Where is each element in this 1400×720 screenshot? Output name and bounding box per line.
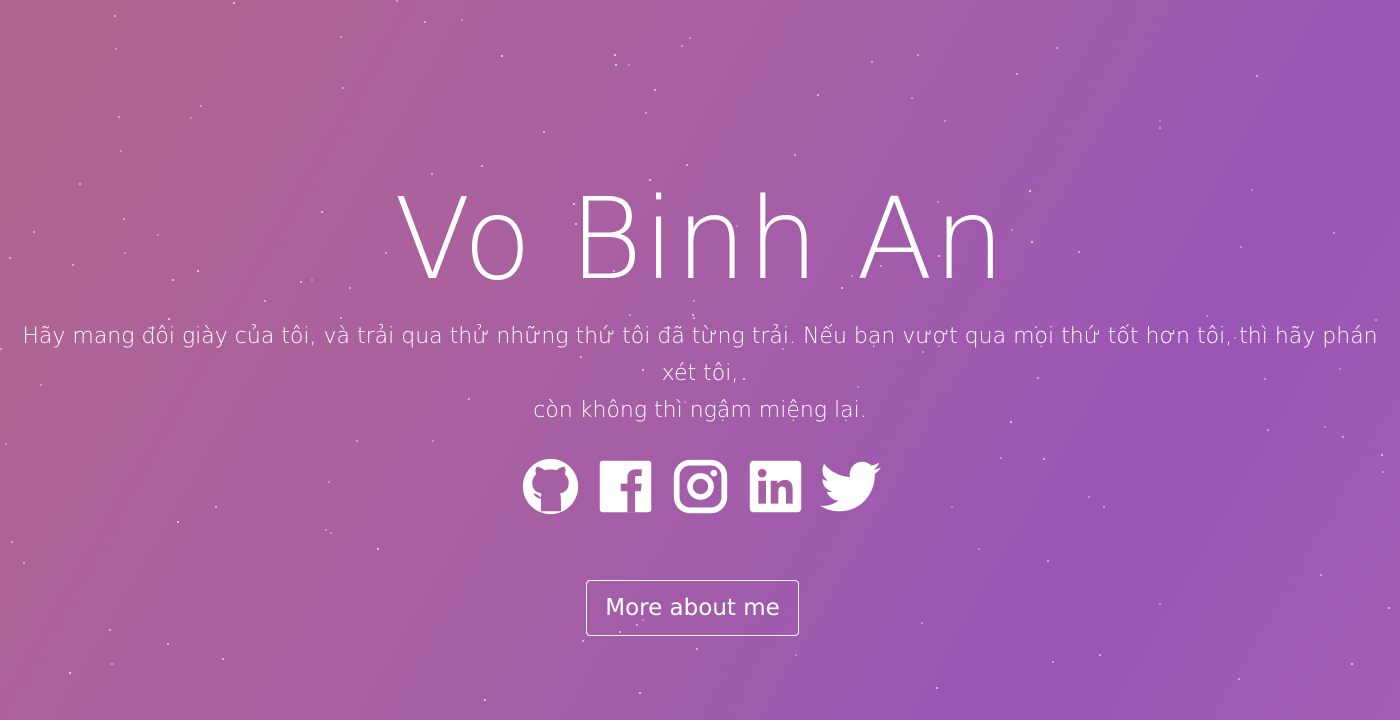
star-dot	[5, 443, 7, 445]
star-dot	[921, 622, 923, 624]
star-dot	[689, 37, 691, 39]
github-icon	[522, 458, 578, 515]
star-dot	[120, 150, 122, 152]
star-dot	[978, 548, 980, 550]
star-dot	[628, 64, 630, 66]
star-dot	[696, 648, 698, 650]
star-dot	[11, 541, 13, 543]
star-dot	[233, 2, 235, 4]
star-dot	[681, 45, 683, 47]
star-dot	[356, 440, 358, 442]
star-dot	[264, 300, 266, 302]
twitter-icon	[819, 461, 881, 512]
star-dot	[936, 687, 938, 689]
star-dot	[0, 348, 2, 350]
star-dot	[177, 521, 179, 523]
star-dot	[1388, 607, 1390, 609]
star-dot	[111, 663, 113, 665]
star-dot	[167, 643, 169, 645]
star-dot	[1320, 574, 1322, 576]
hero-quote-line-1: Hãy mang đôi giày của tôi, và trải qua t…	[22, 324, 1378, 386]
star-dot	[1052, 661, 1054, 663]
star-dot	[325, 529, 327, 531]
star-dot	[222, 658, 224, 660]
instagram-link[interactable]	[670, 456, 731, 517]
star-dot	[1206, 315, 1208, 317]
star-dot	[1256, 75, 1258, 77]
star-dot	[686, 164, 688, 166]
hero-quote-line-2: còn không thì ngậm miệng lại.	[533, 398, 867, 423]
star-dot	[1159, 120, 1161, 122]
star-dot	[911, 97, 913, 99]
more-about-me-button[interactable]: More about me	[586, 580, 799, 636]
star-dot	[501, 55, 503, 57]
linkedin-icon	[749, 460, 801, 513]
star-dot	[118, 116, 120, 118]
facebook-link[interactable]	[595, 456, 656, 517]
star-dot	[1016, 73, 1018, 75]
star-dot	[654, 89, 656, 91]
star-dot	[794, 154, 796, 156]
star-dot	[629, 314, 631, 316]
twitter-link[interactable]	[819, 456, 881, 517]
star-dot	[582, 640, 584, 642]
star-dot	[795, 654, 797, 656]
star-dot	[69, 672, 71, 674]
github-link[interactable]	[520, 456, 581, 517]
star-dot	[115, 48, 117, 50]
star-dot	[1342, 436, 1344, 438]
star-dot	[917, 54, 919, 56]
star-dot	[543, 131, 545, 133]
star-dot	[114, 15, 116, 17]
star-dot	[1047, 560, 1049, 562]
star-dot	[200, 105, 202, 107]
star-dot	[692, 314, 694, 316]
star-dot	[461, 19, 463, 21]
star-dot	[944, 120, 946, 122]
star-dot	[1056, 47, 1058, 49]
star-dot	[645, 112, 647, 114]
star-dot	[871, 61, 873, 63]
star-dot	[484, 699, 486, 701]
star-dot	[1238, 678, 1240, 680]
instagram-icon	[673, 459, 727, 514]
star-dot	[614, 54, 616, 56]
page-title: Vo Binh An	[394, 175, 1006, 305]
star-dot	[481, 165, 483, 167]
star-dot	[23, 562, 25, 564]
star-dot	[190, 117, 192, 119]
star-dot	[1267, 429, 1269, 431]
facebook-icon	[599, 460, 651, 513]
star-dot	[615, 64, 617, 66]
star-dot	[109, 629, 111, 631]
star-dot	[639, 692, 641, 694]
linkedin-link[interactable]	[745, 456, 806, 517]
star-dot	[1351, 663, 1353, 665]
star-dot	[330, 532, 332, 534]
star-dot	[340, 36, 342, 38]
star-dot	[396, 0, 398, 2]
hero-quote: Hãy mang đôi giày của tôi, và trải qua t…	[10, 318, 1390, 429]
star-dot	[432, 440, 434, 442]
star-dot	[342, 87, 344, 89]
star-dot	[377, 548, 379, 550]
social-links	[0, 456, 1400, 517]
star-dot	[1159, 603, 1161, 605]
hero-section: Vo Binh An Hãy mang đôi giày của tôi, và…	[0, 0, 1400, 720]
star-dot	[424, 21, 426, 23]
star-dot	[817, 94, 819, 96]
star-dot	[1099, 654, 1101, 656]
star-dot	[1159, 127, 1161, 129]
